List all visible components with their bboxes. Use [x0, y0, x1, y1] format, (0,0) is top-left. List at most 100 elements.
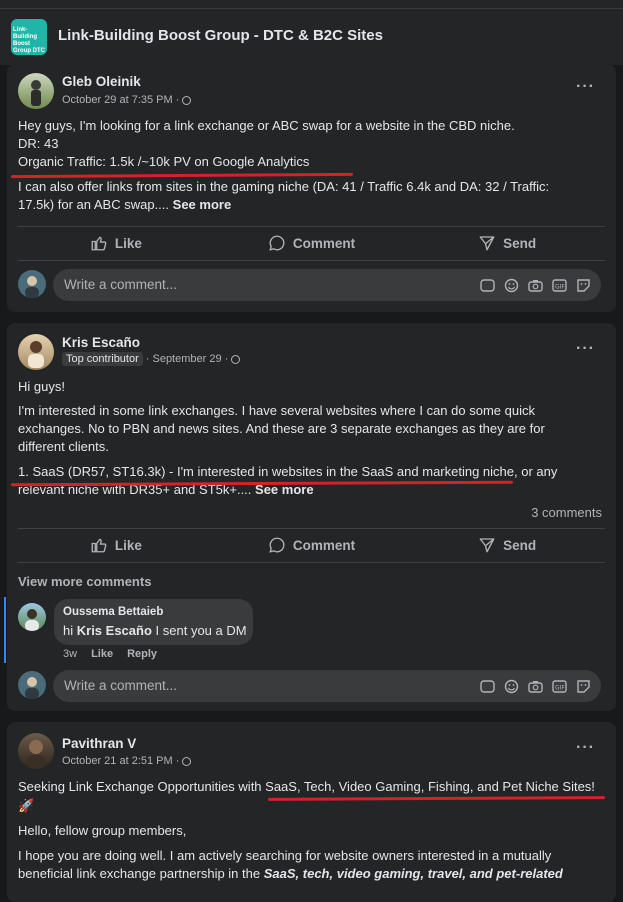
person-icon — [28, 341, 44, 368]
reply-body: I sent you a DM — [155, 623, 247, 638]
group-title[interactable]: Link-Building Boost Group - DTC & B2C Si… — [58, 27, 383, 44]
post-text-line: Hey guys, I'm looking for a link exchang… — [18, 118, 515, 133]
divider — [18, 260, 605, 261]
post-text-end: 17.5k) for an ABC swap.... — [18, 197, 170, 212]
globe-icon — [231, 354, 241, 364]
comment-icon — [269, 537, 285, 553]
thumbs-up-icon — [91, 236, 107, 251]
more-options-icon[interactable]: ··· — [576, 340, 595, 358]
comment-placeholder: Write a comment... — [64, 678, 178, 693]
top-contributor-badge[interactable]: Top contributor — [62, 352, 143, 366]
globe-icon — [182, 756, 192, 766]
emoji-icon[interactable] — [503, 678, 519, 694]
like-button[interactable]: Like — [18, 530, 214, 560]
group-header: Link-Building Boost Group DTC & B2C Site… — [0, 9, 623, 65]
post-text-line: I can also offer links from sites in the… — [18, 179, 550, 194]
more-options-icon[interactable]: ··· — [576, 78, 595, 96]
gif-icon[interactable]: GIF — [551, 678, 567, 694]
post-text-line: DR: 43 — [18, 136, 59, 151]
action-bar: Like Comment Send — [18, 530, 605, 560]
avatar-sticker-icon[interactable] — [479, 277, 495, 293]
post-text-line: beneficial link exchange partnership in … — [18, 865, 563, 884]
post-text-line: 1. SaaS (DR57, ST16.3k) - I'm interested… — [18, 464, 558, 479]
comment-icon — [269, 235, 285, 251]
avatar-sticker-icon[interactable] — [479, 678, 495, 694]
send-icon — [479, 538, 495, 553]
post-time-text: · September 29 · — [145, 353, 229, 365]
post-text-line: different clients. — [18, 439, 109, 454]
author-avatar[interactable] — [18, 733, 54, 769]
divider — [18, 562, 605, 563]
reply-like-link[interactable]: Like — [91, 648, 113, 660]
emoji-icon[interactable] — [503, 277, 519, 293]
post-author[interactable]: Gleb Oleinik — [62, 74, 141, 89]
my-avatar[interactable] — [18, 671, 46, 699]
top-bar — [0, 0, 623, 9]
send-button[interactable]: Send — [409, 228, 605, 258]
person-icon — [31, 80, 41, 106]
reply-author[interactable]: Oussema Bettaieb — [63, 606, 163, 618]
comment-input[interactable]: Write a comment... GIF — [53, 269, 601, 301]
thumbs-up-icon — [91, 538, 107, 553]
post-time[interactable]: October 29 at 7:35 PM · — [62, 94, 192, 106]
post-text-line: Organic Traffic: 1.5k /~10k PV on Google… — [18, 154, 310, 169]
author-avatar[interactable] — [18, 334, 54, 370]
group-thumbnail[interactable]: Link-Building Boost Group DTC & B2C Site… — [11, 19, 47, 55]
post-author[interactable]: Pavithran V — [62, 736, 136, 751]
comment-button[interactable]: Comment — [214, 228, 410, 258]
comment-tools: GIF — [479, 678, 591, 694]
post-time-text: October 21 at 2:51 PM · — [62, 755, 180, 767]
post-text-part: beneficial link exchange partnership in … — [18, 866, 261, 881]
view-more-comments-link[interactable]: View more comments — [18, 573, 151, 592]
comment-tools: GIF — [479, 277, 591, 293]
person-icon — [25, 276, 39, 298]
send-button[interactable]: Send — [409, 530, 605, 560]
post-author[interactable]: Kris Escaño — [62, 335, 140, 350]
divider — [18, 226, 605, 227]
sticker-icon[interactable] — [575, 277, 591, 293]
svg-text:GIF: GIF — [555, 684, 565, 691]
person-icon — [25, 677, 39, 699]
post-time[interactable]: Top contributor · September 29 · — [62, 352, 241, 366]
my-avatar[interactable] — [18, 270, 46, 298]
post-text-line: Seeking Link Exchange Opportunities with… — [18, 779, 595, 794]
like-button[interactable]: Like — [18, 228, 214, 258]
send-label: Send — [503, 537, 537, 553]
comment-label: Comment — [292, 537, 356, 553]
post-text-line: I'm interested in some link exchanges. I… — [18, 403, 535, 418]
reply-text: hi Kris Escaño I sent you a DM — [63, 623, 247, 638]
divider — [18, 528, 605, 529]
svg-text:GIF: GIF — [555, 283, 565, 290]
post-time[interactable]: October 21 at 2:51 PM · — [62, 755, 192, 767]
camera-icon[interactable] — [527, 678, 543, 694]
post-text-line: 🚀 — [18, 798, 35, 813]
comments-count[interactable]: 3 comments — [531, 504, 602, 523]
post-text-line: Hi guys! — [18, 379, 65, 394]
send-icon — [479, 236, 495, 251]
like-label: Like — [114, 235, 142, 251]
post-card-3: Pavithran V October 21 at 2:51 PM · ··· … — [7, 722, 616, 902]
person-icon — [25, 609, 39, 631]
post-card-1: Gleb Oleinik October 29 at 7:35 PM · ···… — [7, 64, 616, 312]
post-card-2: Kris Escaño Top contributor · September … — [4, 323, 616, 711]
more-options-icon[interactable]: ··· — [576, 739, 595, 757]
camera-icon[interactable] — [527, 277, 543, 293]
reply-avatar[interactable] — [18, 603, 46, 631]
comment-input[interactable]: Write a comment... GIF — [53, 670, 601, 702]
reply-prefix: hi — [63, 623, 74, 638]
see-more-link[interactable]: See more — [173, 197, 232, 212]
reply-meta: 3w Like Reply — [63, 648, 157, 660]
action-bar: Like Comment Send — [18, 228, 605, 258]
person-icon — [27, 740, 45, 769]
post-text-line: Hello, fellow group members, — [18, 823, 187, 838]
post-text-line: exchanges. No to PBN and news sites. And… — [18, 421, 545, 436]
reply-reply-link[interactable]: Reply — [127, 648, 157, 660]
post-time-text: October 29 at 7:35 PM · — [62, 94, 180, 106]
sticker-icon[interactable] — [575, 678, 591, 694]
like-label: Like — [114, 537, 142, 553]
post-text-line: 17.5k) for an ABC swap.... See more — [18, 196, 231, 215]
author-avatar[interactable] — [18, 73, 54, 109]
reply-mention[interactable]: Kris Escaño — [77, 623, 152, 638]
comment-button[interactable]: Comment — [214, 530, 410, 560]
gif-icon[interactable]: GIF — [551, 277, 567, 293]
